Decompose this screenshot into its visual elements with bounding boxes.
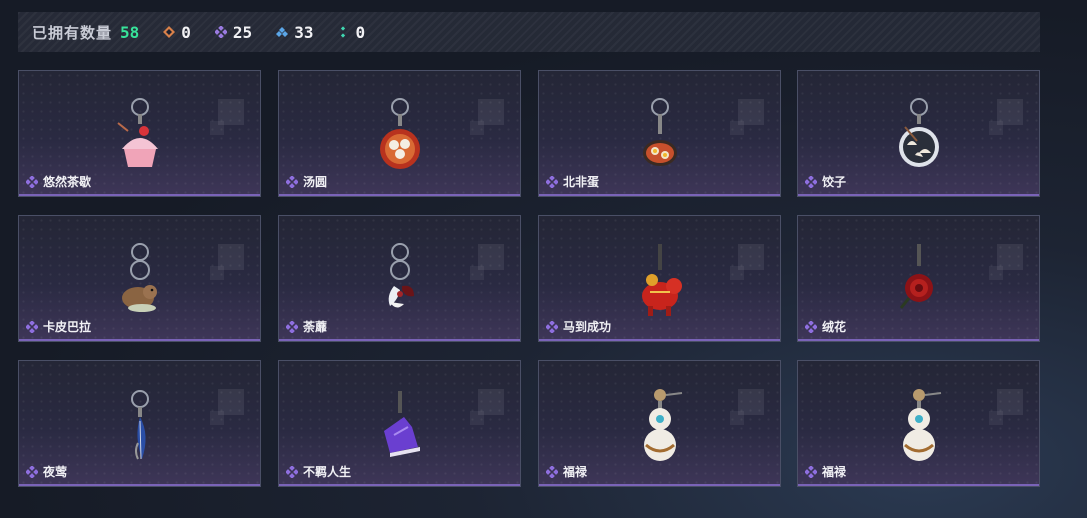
- purple-rarity-icon: [286, 465, 298, 478]
- charm-card[interactable]: 福禄: [797, 360, 1040, 487]
- feather-charm-icon: [130, 390, 149, 460]
- charm-name: 汤圆: [286, 173, 327, 190]
- dumplings-plate-charm-icon: [898, 98, 939, 167]
- purple-rarity-icon: [286, 320, 298, 333]
- charm-card[interactable]: 北非蛋: [538, 70, 781, 197]
- shakshuka-pan-charm-icon: [642, 98, 677, 166]
- purple-rarity-icon: [546, 175, 558, 188]
- charm-name: 福禄: [805, 463, 846, 480]
- charm-card[interactable]: 荼蘼: [278, 215, 521, 342]
- charm-card[interactable]: 福禄: [538, 360, 781, 487]
- purple-rarity-icon: [286, 175, 298, 188]
- charm-name: 夜莺: [26, 463, 67, 480]
- capybara-charm-icon: [121, 243, 157, 312]
- charm-card[interactable]: 马到成功: [538, 215, 781, 342]
- purple-rarity-stat: 25: [214, 22, 253, 42]
- purple-rarity-icon: [26, 175, 38, 188]
- purple-rarity-icon: [546, 320, 558, 333]
- charm-card[interactable]: 饺子: [797, 70, 1040, 197]
- owned-count-bar: 已拥有数量 58 0 25 33 0: [18, 12, 1040, 52]
- blue-rarity-count: 33: [294, 22, 314, 42]
- orange-rarity-stat: 0: [163, 23, 191, 42]
- blue-rarity-icon: [276, 27, 289, 37]
- charm-card[interactable]: 卡皮巴拉: [18, 215, 261, 342]
- green-rarity-count: 0: [355, 22, 366, 42]
- charm-name: 马到成功: [546, 318, 611, 335]
- charm-name: 福禄: [546, 463, 587, 480]
- charm-name: 饺子: [805, 173, 846, 190]
- purple-rarity-icon: [26, 465, 38, 478]
- charm-card[interactable]: 不羁人生: [278, 360, 521, 487]
- orange-rarity-count: 0: [181, 22, 191, 42]
- charm-card[interactable]: 悠然茶歇: [18, 70, 261, 197]
- charm-card[interactable]: 绒花: [797, 215, 1040, 342]
- purple-rarity-icon: [546, 465, 558, 478]
- purple-rarity-icon: [805, 465, 817, 478]
- purple-rarity-icon: [26, 320, 38, 333]
- flower-charm-icon: [388, 243, 414, 308]
- blue-rarity-stat: 33: [276, 23, 313, 42]
- tangyuan-bowl-charm-icon: [379, 98, 420, 169]
- purple-rarity-count: 25: [232, 22, 253, 42]
- charm-name: 不羁人生: [286, 463, 351, 480]
- purple-sneaker-charm-icon: [383, 391, 420, 457]
- green-rarity-icon: [341, 26, 346, 38]
- red-rose-charm-icon: [899, 244, 933, 309]
- green-rarity-stat: 0: [337, 23, 365, 42]
- cupcake-charm-icon: [116, 98, 158, 167]
- gourd-charm-icon: [902, 389, 941, 461]
- charm-name: 悠然茶歇: [26, 173, 91, 190]
- purple-rarity-icon: [214, 26, 227, 38]
- purple-rarity-icon: [805, 175, 817, 188]
- charm-name: 荼蘼: [286, 318, 327, 335]
- charm-card[interactable]: 汤圆: [278, 70, 521, 197]
- charm-name: 北非蛋: [546, 173, 599, 190]
- purple-rarity-icon: [805, 320, 817, 333]
- owned-count-label: 已拥有数量: [32, 23, 113, 42]
- charm-card[interactable]: 夜莺: [18, 360, 261, 487]
- orange-rarity-icon: [163, 26, 176, 38]
- charm-name: 绒花: [805, 318, 846, 335]
- gourd-charm-icon: [643, 389, 682, 461]
- owned-count-total: 58: [120, 22, 140, 42]
- red-horse-charm-icon: [641, 244, 682, 316]
- charm-name: 卡皮巴拉: [26, 318, 91, 335]
